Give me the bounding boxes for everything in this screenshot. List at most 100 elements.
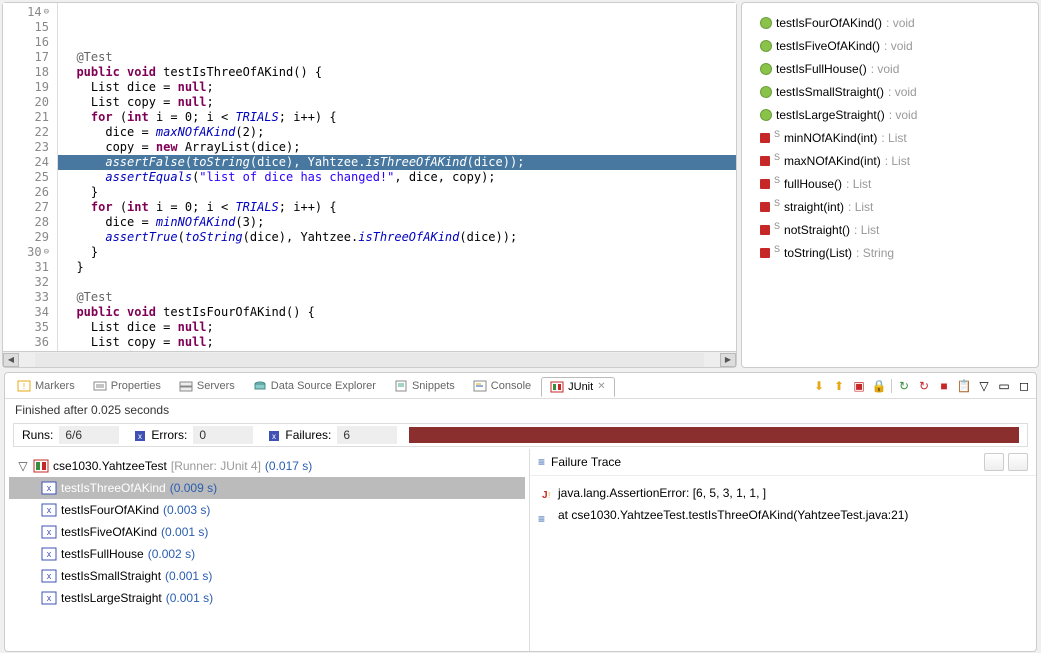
- test-case-row[interactable]: xtestIsThreeOfAKind (0.009 s): [9, 477, 525, 499]
- outline-item[interactable]: SfullHouse() : List: [746, 172, 1034, 195]
- overview-ruler: [726, 3, 734, 351]
- code-line[interactable]: List dice = null;: [58, 80, 736, 95]
- close-icon[interactable]: ✕: [597, 381, 605, 392]
- line-number: 34: [3, 305, 49, 320]
- outline-item[interactable]: testIsFourOfAKind() : void: [746, 11, 1034, 34]
- code-line[interactable]: for (int i = 0; i < TRIALS; i++) {: [58, 200, 736, 215]
- code-editor[interactable]: 14⊖15161718192021222324252627282930⊖3132…: [2, 2, 737, 368]
- scroll-left-icon[interactable]: ◀: [3, 353, 19, 367]
- test-fail-icon: x: [41, 591, 57, 605]
- failures-only-icon[interactable]: ▣: [851, 378, 867, 394]
- test-case-row[interactable]: xtestIsSmallStraight (0.001 s): [9, 565, 525, 587]
- view-tab-snippets[interactable]: Snippets: [386, 377, 463, 395]
- history-icon[interactable]: 📋: [956, 378, 972, 394]
- code-line[interactable]: copy = new ArrayList(dice);: [58, 140, 736, 155]
- line-number: 21: [3, 110, 49, 125]
- code-line[interactable]: public void testIsThreeOfAKind() {: [58, 65, 736, 80]
- suite-name: cse1030.YahtzeeTest: [53, 459, 167, 473]
- code-line[interactable]: List copy = null;: [58, 95, 736, 110]
- code-line[interactable]: for (int i = 0; i < TRIALS; i++) {: [58, 350, 736, 351]
- code-line[interactable]: }: [58, 260, 736, 275]
- rerun-failed-icon[interactable]: ↻: [916, 378, 932, 394]
- test-name: testIsSmallStraight: [61, 569, 161, 583]
- outline-item[interactable]: testIsFullHouse() : void: [746, 57, 1034, 80]
- outline-return-type: : void: [886, 16, 915, 30]
- outline-method-name: fullHouse(): [784, 177, 842, 191]
- failure-icon: x: [269, 430, 279, 440]
- outline-item[interactable]: testIsFiveOfAKind() : void: [746, 34, 1034, 57]
- code-text-area[interactable]: @Test public void testIsThreeOfAKind() {…: [58, 3, 736, 351]
- outline-method-name: toString(List): [784, 246, 852, 260]
- view-tab-properties[interactable]: Properties: [85, 377, 169, 395]
- tab-label: Data Source Explorer: [271, 380, 376, 392]
- code-line[interactable]: assertFalse(toString(dice), Yahtzee.isTh…: [58, 155, 736, 170]
- outline-item[interactable]: SnotStraight() : List: [746, 218, 1034, 241]
- failure-trace-line[interactable]: J!java.lang.AssertionError: [6, 5, 3, 1,…: [538, 482, 1028, 504]
- errors-label: Errors:: [151, 428, 187, 442]
- horizontal-scrollbar[interactable]: ◀ ▶: [3, 351, 736, 367]
- outline-item[interactable]: testIsSmallStraight() : void: [746, 80, 1034, 103]
- view-tab-junit[interactable]: JUnit ✕: [541, 377, 614, 397]
- code-line[interactable]: @Test: [58, 290, 736, 305]
- method-icon: [760, 202, 770, 212]
- view-tab-data-source-explorer[interactable]: Data Source Explorer: [245, 377, 384, 395]
- test-case-row[interactable]: xtestIsFullHouse (0.002 s): [9, 543, 525, 565]
- view-tab-markers[interactable]: !Markers: [9, 377, 83, 395]
- code-line[interactable]: @Test: [58, 50, 736, 65]
- view-tab-servers[interactable]: Servers: [171, 377, 243, 395]
- outline-item[interactable]: testIsLargeStraight() : void: [746, 103, 1034, 126]
- scroll-lock-icon[interactable]: 🔒: [871, 378, 887, 394]
- minimize-icon[interactable]: ▭: [996, 378, 1012, 394]
- test-suite-row[interactable]: ▽cse1030.YahtzeeTest [Runner: JUnit 4] (…: [9, 455, 525, 477]
- stop-icon[interactable]: ■: [936, 378, 952, 394]
- views-tabbar[interactable]: !MarkersProperties Servers Data Source Exp…: [5, 373, 1036, 399]
- maximize-icon[interactable]: ◻: [1016, 378, 1032, 394]
- tab-label: Snippets: [412, 380, 455, 392]
- test-fail-icon: x: [41, 547, 57, 561]
- compare-result-icon[interactable]: [984, 453, 1004, 471]
- outline-item[interactable]: SmaxNOfAKind(int) : List: [746, 149, 1034, 172]
- outline-method-name: testIsFiveOfAKind(): [776, 39, 880, 53]
- failure-trace-line[interactable]: ≡at cse1030.YahtzeeTest.testIsThreeOfAKi…: [538, 504, 1028, 526]
- code-line[interactable]: for (int i = 0; i < TRIALS; i++) {: [58, 110, 736, 125]
- outline-view[interactable]: testIsFourOfAKind() : voidtestIsFiveOfAK…: [741, 2, 1039, 368]
- method-icon: [760, 17, 772, 29]
- code-line[interactable]: assertEquals("list of dice has changed!"…: [58, 170, 736, 185]
- test-time: (0.001 s): [166, 591, 213, 605]
- test-case-row[interactable]: xtestIsFourOfAKind (0.003 s): [9, 499, 525, 521]
- test-case-row[interactable]: xtestIsLargeStraight (0.001 s): [9, 587, 525, 609]
- test-time: (0.009 s): [170, 481, 217, 495]
- scroll-right-icon[interactable]: ▶: [720, 353, 736, 367]
- next-failure-icon[interactable]: ⬇: [811, 378, 827, 394]
- outline-return-type: : List: [854, 223, 879, 237]
- runner-label: [Runner: JUnit 4]: [171, 459, 261, 473]
- code-line[interactable]: }: [58, 245, 736, 260]
- test-case-row[interactable]: xtestIsFiveOfAKind (0.001 s): [9, 521, 525, 543]
- code-line[interactable]: public void testIsFourOfAKind() {: [58, 305, 736, 320]
- prev-failure-icon[interactable]: ⬆: [831, 378, 847, 394]
- view-menu-icon[interactable]: ▽: [976, 378, 992, 394]
- test-results-tree[interactable]: ▽ cse1030.YahtzeeTest [Runner: JUnit 4] (…: [5, 449, 530, 651]
- trace-line-icon: ≡: [538, 508, 552, 522]
- outline-item[interactable]: SminNOfAKind(int) : List: [746, 126, 1034, 149]
- method-icon: [760, 109, 772, 121]
- outline-method-name: testIsFourOfAKind(): [776, 16, 882, 30]
- code-line[interactable]: List dice = null;: [58, 320, 736, 335]
- static-marker: S: [774, 152, 780, 162]
- code-line[interactable]: dice = minNOfAKind(3);: [58, 215, 736, 230]
- line-number: 20: [3, 95, 49, 110]
- outline-return-type: : void: [884, 39, 913, 53]
- code-line[interactable]: }: [58, 185, 736, 200]
- tab-label: Servers: [197, 380, 235, 392]
- code-line[interactable]: List copy = null;: [58, 335, 736, 350]
- outline-item[interactable]: Sstraight(int) : List: [746, 195, 1034, 218]
- rerun-test-icon[interactable]: ↻: [896, 378, 912, 394]
- filter-stack-icon[interactable]: [1008, 453, 1028, 471]
- view-tab-console[interactable]: Console: [465, 377, 539, 395]
- outline-item[interactable]: StoString(List) : String: [746, 241, 1034, 264]
- code-line[interactable]: [58, 275, 736, 290]
- expand-icon[interactable]: ▽: [17, 459, 29, 473]
- code-line[interactable]: assertTrue(toString(dice), Yahtzee.isThr…: [58, 230, 736, 245]
- outline-method-name: notStraight(): [784, 223, 850, 237]
- code-line[interactable]: dice = maxNOfAKind(2);: [58, 125, 736, 140]
